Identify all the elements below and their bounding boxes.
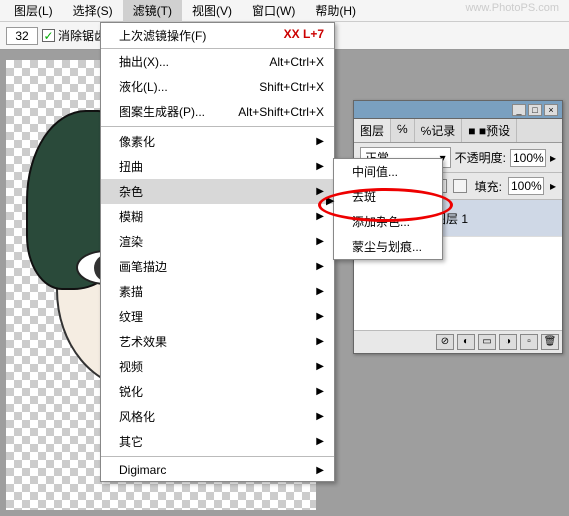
filter-noise[interactable]: 杂色▶ <box>101 179 334 204</box>
menu-layer[interactable]: 图层(L) <box>4 0 63 22</box>
tab-history[interactable]: ℅记录 <box>415 119 463 142</box>
menu-help[interactable]: 帮助(H) <box>305 0 366 22</box>
submenu-arrow-icon: ▶ <box>316 465 324 476</box>
filter-distort[interactable]: 扭曲▶ <box>101 154 334 179</box>
menu-select[interactable]: 选择(S) <box>63 0 123 22</box>
submenu-arrow-icon: ▶ <box>316 386 324 397</box>
minimize-button[interactable]: _ <box>512 104 526 116</box>
filter-stylize[interactable]: 风格化▶ <box>101 404 334 429</box>
antialias-checkbox[interactable]: ✓ <box>42 29 55 42</box>
filter-sketch[interactable]: 素描▶ <box>101 279 334 304</box>
submenu-arrow-icon: ▶ <box>316 336 324 347</box>
submenu-arrow-icon: ▶ <box>316 211 324 222</box>
close-button[interactable]: × <box>544 104 558 116</box>
filter-pixelate[interactable]: 像素化▶ <box>101 129 334 154</box>
filter-digimarc[interactable]: Digimarc▶ <box>101 459 334 481</box>
antialias-label: 消除锯齿 <box>58 27 106 44</box>
maximize-button[interactable]: □ <box>528 104 542 116</box>
new-group-button[interactable]: ▭ <box>478 334 496 350</box>
submenu-arrow-icon: ▶ <box>316 411 324 422</box>
opacity-input[interactable]: 100% <box>510 149 546 167</box>
menu-filter[interactable]: 滤镜(T) <box>123 0 182 22</box>
filter-liquify[interactable]: 液化(L)...Shift+Ctrl+X <box>101 74 334 99</box>
filter-video[interactable]: 视频▶ <box>101 354 334 379</box>
filter-brush-strokes[interactable]: 画笔描边▶ <box>101 254 334 279</box>
fill-label: 填充: <box>475 178 502 195</box>
noise-despeckle[interactable]: 去斑 <box>334 184 442 209</box>
filter-texture[interactable]: 纹理▶ <box>101 304 334 329</box>
submenu-arrow-icon: ▶ <box>316 286 324 297</box>
noise-dust-scratches[interactable]: 蒙尘与划痕... <box>334 234 442 259</box>
filter-blur[interactable]: 模糊▶ <box>101 204 334 229</box>
last-filter-label[interactable]: 上次滤镜操作(F) <box>119 27 206 44</box>
layer-mask-button[interactable]: ◐ <box>457 334 475 350</box>
tolerance-input[interactable] <box>6 27 38 45</box>
delete-layer-button[interactable]: 🗑 <box>541 334 559 350</box>
submenu-arrow-icon: ▶ <box>316 136 324 147</box>
submenu-arrow-icon: ▶ <box>316 186 324 197</box>
chevron-right-icon: ▸ <box>550 151 556 165</box>
lock-all-icon[interactable] <box>453 179 467 193</box>
chevron-right-icon: ▸ <box>550 179 556 193</box>
submenu-arrow-icon: ▶ <box>316 361 324 372</box>
new-layer-button[interactable]: ▫ <box>520 334 538 350</box>
submenu-arrow-icon: ▶ <box>316 261 324 272</box>
menu-window[interactable]: 窗口(W) <box>242 0 305 22</box>
filter-sharpen[interactable]: 锐化▶ <box>101 379 334 404</box>
filter-dropdown: 上次滤镜操作(F) XX L+7 抽出(X)...Alt+Ctrl+X 液化(L… <box>100 22 335 482</box>
filter-artistic[interactable]: 艺术效果▶ <box>101 329 334 354</box>
menu-view[interactable]: 视图(V) <box>182 0 242 22</box>
filter-extract[interactable]: 抽出(X)...Alt+Ctrl+X <box>101 49 334 74</box>
noise-submenu: 中间值... 去斑 添加杂色... 蒙尘与划痕... <box>333 158 443 260</box>
submenu-arrow-icon: ▶ <box>316 161 324 172</box>
noise-add-noise[interactable]: 添加杂色... <box>334 209 442 234</box>
adjustment-layer-button[interactable]: ◑ <box>499 334 517 350</box>
opacity-label: 不透明度: <box>455 149 506 166</box>
layer-style-button[interactable]: ⊘ <box>436 334 454 350</box>
fill-input[interactable]: 100% <box>508 177 544 195</box>
noise-median[interactable]: 中间值... <box>334 159 442 184</box>
submenu-arrow-icon: ▶ <box>316 311 324 322</box>
filter-pattern-maker[interactable]: 图案生成器(P)...Alt+Shift+Ctrl+X <box>101 99 334 124</box>
last-filter-shortcut: XX L+7 <box>284 27 324 44</box>
submenu-arrow-icon: ▶ <box>316 236 324 247</box>
watermark: www.PhotoPS.com <box>465 2 559 14</box>
tab-channels[interactable]: ℅ <box>391 119 415 142</box>
filter-render[interactable]: 渲染▶ <box>101 229 334 254</box>
tab-presets[interactable]: ■ ■预设 <box>462 119 517 142</box>
filter-other[interactable]: 其它▶ <box>101 429 334 454</box>
tab-layers[interactable]: 图层 <box>354 119 391 142</box>
submenu-indicator-icon: ▶ <box>326 194 334 207</box>
submenu-arrow-icon: ▶ <box>316 436 324 447</box>
